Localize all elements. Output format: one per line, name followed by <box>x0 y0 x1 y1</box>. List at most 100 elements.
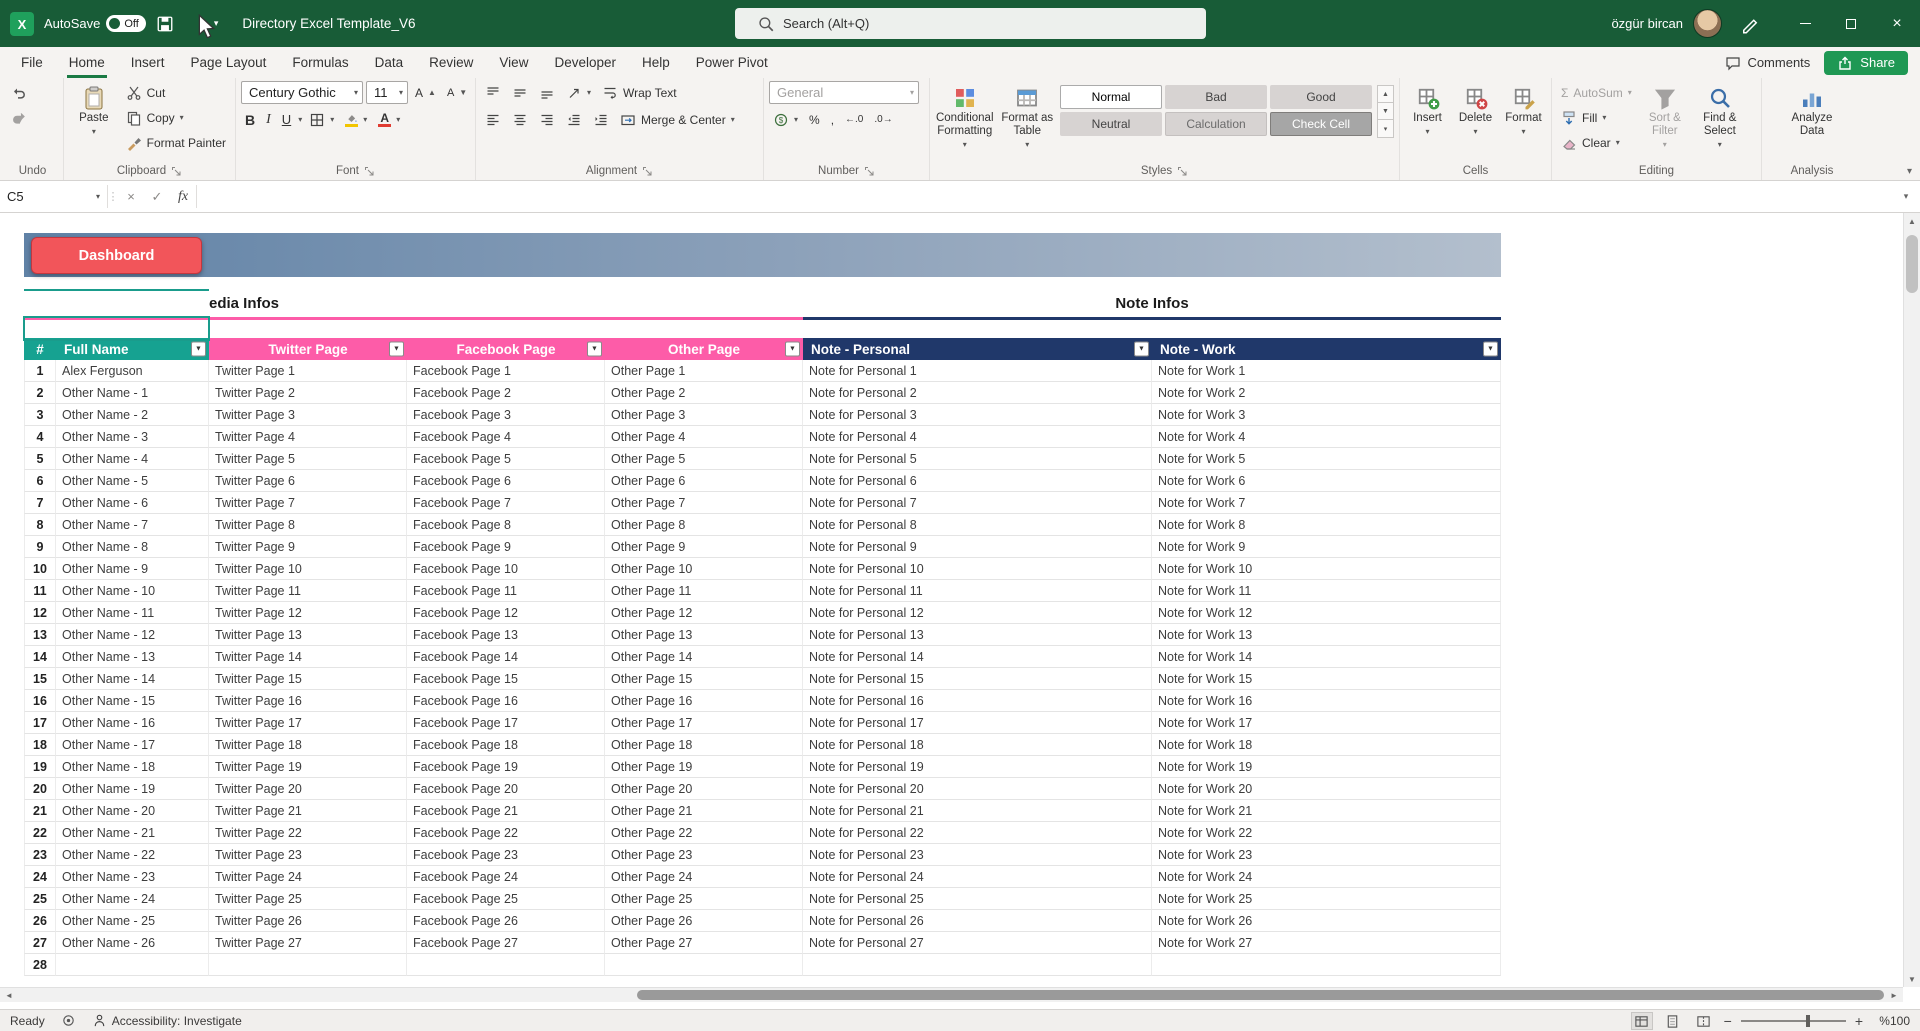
cell[interactable] <box>56 954 209 976</box>
cell[interactable]: Note for Personal 21 <box>803 800 1152 822</box>
cell[interactable]: Other Name - 11 <box>56 602 209 624</box>
scroll-down-icon[interactable]: ▼ <box>1904 971 1920 987</box>
cell[interactable]: Note for Personal 14 <box>803 646 1152 668</box>
cell[interactable]: 7 <box>24 492 56 514</box>
style-neutral[interactable]: Neutral <box>1060 112 1162 136</box>
cell[interactable]: Twitter Page 26 <box>209 910 407 932</box>
cell[interactable]: Note for Personal 22 <box>803 822 1152 844</box>
cell[interactable]: Other Page 25 <box>605 888 803 910</box>
cell[interactable]: 11 <box>24 580 56 602</box>
cell[interactable]: Note for Personal 27 <box>803 932 1152 954</box>
avatar[interactable] <box>1693 9 1722 38</box>
cell[interactable]: Facebook Page 13 <box>407 624 605 646</box>
comma-style-button[interactable]: , <box>827 108 838 131</box>
cell[interactable]: Twitter Page 23 <box>209 844 407 866</box>
redo-button[interactable] <box>7 106 31 129</box>
cell[interactable]: Note for Personal 20 <box>803 778 1152 800</box>
cell[interactable]: Other Name - 14 <box>56 668 209 690</box>
cell[interactable]: Twitter Page 21 <box>209 800 407 822</box>
zoom-slider[interactable] <box>1740 1015 1846 1027</box>
filter-dropdown-icon[interactable]: ▼ <box>587 341 602 357</box>
cell[interactable]: Note for Work 15 <box>1152 668 1501 690</box>
cell[interactable]: Facebook Page 26 <box>407 910 605 932</box>
cell[interactable]: Other Name - 3 <box>56 426 209 448</box>
cell[interactable]: Other Page 2 <box>605 382 803 404</box>
column-header-facebook-page[interactable]: Facebook Page ▼ <box>407 338 605 360</box>
cell[interactable]: Note for Work 19 <box>1152 756 1501 778</box>
cell[interactable]: Other Name - 20 <box>56 800 209 822</box>
align-center-button[interactable] <box>508 108 532 131</box>
format-painter-button[interactable]: Format Painter <box>122 131 230 154</box>
cell[interactable]: Note for Work 24 <box>1152 866 1501 888</box>
align-top-button[interactable] <box>481 81 505 104</box>
cell[interactable]: Facebook Page 20 <box>407 778 605 800</box>
cell[interactable]: Facebook Page 7 <box>407 492 605 514</box>
cell[interactable]: Twitter Page 1 <box>209 360 407 382</box>
dialog-launcher-icon[interactable] <box>171 166 182 177</box>
cell[interactable]: Other Page 8 <box>605 514 803 536</box>
cell[interactable]: Other Page 19 <box>605 756 803 778</box>
tab-formulas[interactable]: Formulas <box>279 47 361 78</box>
cell[interactable]: Facebook Page 22 <box>407 822 605 844</box>
cell[interactable]: Facebook Page 16 <box>407 690 605 712</box>
decrease-decimal-button[interactable]: .0→ <box>870 108 896 131</box>
cell[interactable]: Note for Work 8 <box>1152 514 1501 536</box>
zoom-out-button[interactable]: − <box>1724 1013 1732 1029</box>
cell[interactable]: Note for Work 9 <box>1152 536 1501 558</box>
tab-developer[interactable]: Developer <box>541 47 629 78</box>
format-as-table-button[interactable]: Format as Table ▾ <box>998 81 1058 159</box>
cell[interactable]: Other Name - 4 <box>56 448 209 470</box>
percent-style-button[interactable]: % <box>805 108 824 131</box>
user-name[interactable]: özgür bircan <box>1611 16 1683 31</box>
cell[interactable]: Other Name - 7 <box>56 514 209 536</box>
share-button[interactable]: Share <box>1824 50 1908 75</box>
cell[interactable]: Note for Personal 3 <box>803 404 1152 426</box>
excel-logo-icon[interactable]: X <box>10 11 34 36</box>
cell[interactable]: Facebook Page 10 <box>407 558 605 580</box>
name-box[interactable]: C5 ▾ <box>0 181 107 212</box>
cell[interactable]: Other Page 27 <box>605 932 803 954</box>
cell[interactable]: Note for Work 11 <box>1152 580 1501 602</box>
collapse-ribbon-icon[interactable]: ▾ <box>1907 166 1912 177</box>
namebox-resize-handle[interactable]: ⋮ <box>108 181 119 212</box>
filter-dropdown-icon[interactable]: ▼ <box>1483 341 1498 357</box>
cell[interactable]: Other Page 22 <box>605 822 803 844</box>
cell[interactable]: Other Page 5 <box>605 448 803 470</box>
ink-pen-icon[interactable] <box>1740 14 1760 34</box>
cell[interactable]: Note for Personal 24 <box>803 866 1152 888</box>
cell[interactable]: Facebook Page 21 <box>407 800 605 822</box>
cell[interactable]: Facebook Page 23 <box>407 844 605 866</box>
cell[interactable]: Other Page 15 <box>605 668 803 690</box>
column-header-other-page[interactable]: Other Page ▼ <box>605 338 803 360</box>
column-header-note-personal[interactable]: Note - Personal ▼ <box>803 338 1152 360</box>
cell[interactable]: 16 <box>24 690 56 712</box>
cell[interactable]: Twitter Page 15 <box>209 668 407 690</box>
cell[interactable]: 17 <box>24 712 56 734</box>
cell[interactable]: Note for Work 6 <box>1152 470 1501 492</box>
cell[interactable]: 20 <box>24 778 56 800</box>
cell[interactable]: Twitter Page 6 <box>209 470 407 492</box>
cell[interactable]: Twitter Page 20 <box>209 778 407 800</box>
gallery-down-icon[interactable]: ▼ <box>1378 103 1393 120</box>
copy-button[interactable]: Copy ▾ <box>122 106 230 129</box>
cell[interactable]: Twitter Page 24 <box>209 866 407 888</box>
cell[interactable]: Note for Work 10 <box>1152 558 1501 580</box>
cell[interactable]: Other Page 14 <box>605 646 803 668</box>
cell[interactable]: Other Page 11 <box>605 580 803 602</box>
filter-dropdown-icon[interactable]: ▼ <box>785 341 800 357</box>
cell[interactable]: Facebook Page 2 <box>407 382 605 404</box>
wrap-text-button[interactable]: Wrap Text <box>598 81 681 104</box>
scroll-left-icon[interactable]: ◄ <box>0 991 18 1000</box>
font-name-select[interactable]: Century Gothic ▾ <box>241 81 363 104</box>
cell[interactable]: 12 <box>24 602 56 624</box>
cell[interactable]: Twitter Page 25 <box>209 888 407 910</box>
cell[interactable]: Note for Personal 10 <box>803 558 1152 580</box>
font-size-select[interactable]: 11 ▾ <box>366 81 408 104</box>
cell[interactable]: 4 <box>24 426 56 448</box>
cell[interactable]: Note for Personal 9 <box>803 536 1152 558</box>
cell[interactable]: 13 <box>24 624 56 646</box>
vertical-scrollbar[interactable]: ▲ ▼ <box>1903 213 1920 987</box>
clear-button[interactable]: Clear ▾ <box>1557 131 1636 154</box>
cell[interactable]: Other Name - 22 <box>56 844 209 866</box>
cell[interactable]: Note for Work 21 <box>1152 800 1501 822</box>
